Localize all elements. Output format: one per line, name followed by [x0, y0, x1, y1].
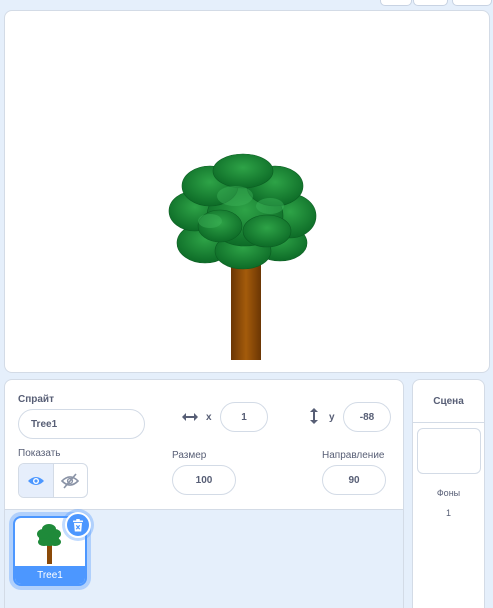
fullscreen-button[interactable]	[452, 0, 492, 6]
vertical-arrows-icon	[310, 408, 318, 424]
stage-size-normal-button[interactable]	[413, 0, 448, 6]
direction-label: Направление	[322, 450, 385, 461]
backdrops-count: 1	[445, 508, 451, 518]
show-label: Показать	[18, 448, 61, 459]
stage-panel-divider	[413, 422, 484, 423]
sprite-label: Спрайт	[18, 394, 54, 405]
x-position-input[interactable]: 1	[220, 402, 268, 432]
trash-icon	[73, 518, 83, 531]
stage-size-small-button[interactable]	[380, 0, 412, 6]
delete-sprite-button[interactable]	[65, 512, 91, 538]
y-position-input[interactable]: -88	[343, 402, 391, 432]
sprite-thumbnail-name: Tree1	[15, 566, 85, 584]
eye-slash-icon	[61, 472, 80, 489]
horizontal-arrows-icon	[182, 413, 198, 421]
tree-sprite[interactable]	[5, 11, 489, 372]
sprite-info-panel: Спрайт Tree1 x 1 y -88 Показать Размер 1…	[4, 379, 404, 510]
stage-panel-title: Сцена	[433, 396, 464, 407]
size-label: Размер	[172, 450, 207, 461]
sprite-name-input[interactable]: Tree1	[18, 409, 145, 439]
x-label: x	[206, 412, 212, 423]
eye-icon	[27, 476, 44, 485]
backdrops-label: Фоны	[436, 488, 461, 498]
sprite-list: Tree1	[4, 509, 404, 608]
visibility-toggle	[18, 463, 88, 498]
stage-thumbnail[interactable]	[417, 428, 481, 474]
stage-selector-panel[interactable]: Сцена Фоны 1	[412, 379, 485, 608]
size-input[interactable]: 100	[172, 465, 236, 495]
hide-button[interactable]	[54, 464, 88, 497]
y-label: y	[329, 412, 335, 423]
stage-canvas[interactable]	[4, 10, 490, 373]
direction-input[interactable]: 90	[322, 465, 386, 495]
show-button[interactable]	[19, 464, 54, 497]
